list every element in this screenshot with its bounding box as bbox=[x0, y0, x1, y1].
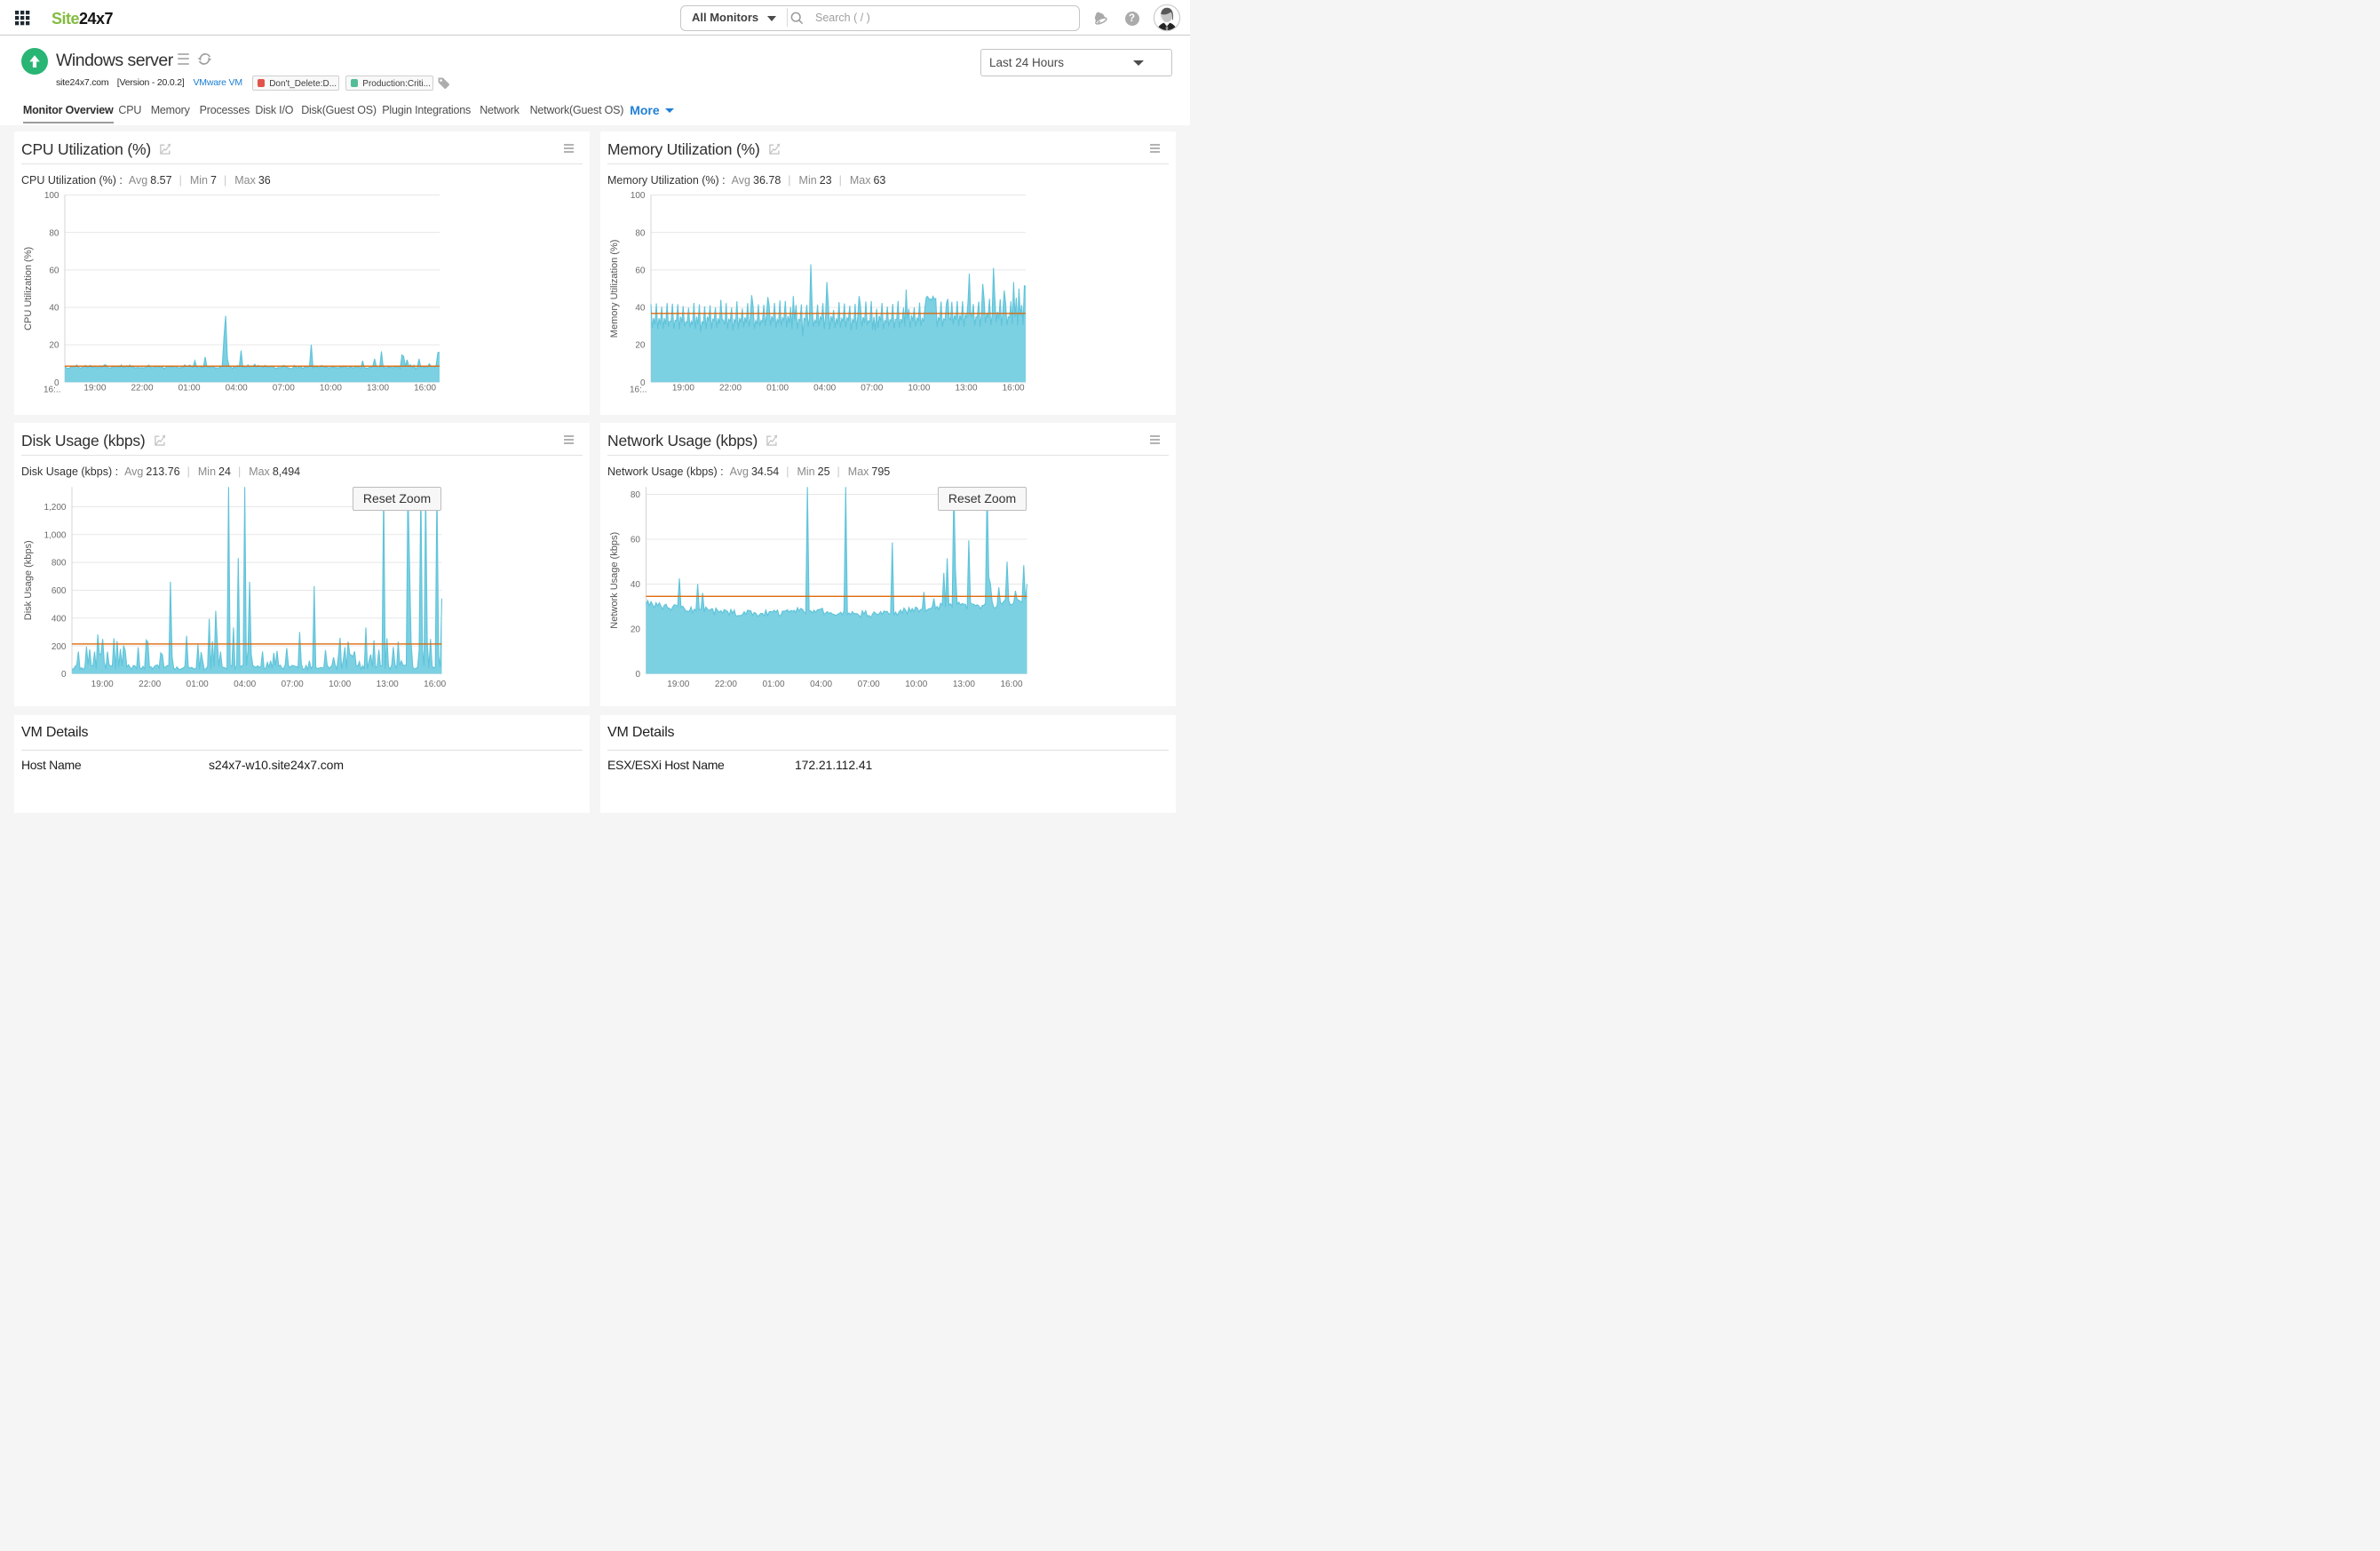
svg-text:01:00: 01:00 bbox=[766, 384, 789, 394]
svg-text:04:00: 04:00 bbox=[226, 384, 248, 394]
svg-text:01:00: 01:00 bbox=[186, 680, 209, 689]
svg-text:40: 40 bbox=[49, 304, 60, 314]
svg-text:22:00: 22:00 bbox=[719, 384, 742, 394]
svg-text:19:00: 19:00 bbox=[667, 680, 689, 689]
svg-text:Memory Utilization (%): Memory Utilization (%) bbox=[609, 240, 620, 338]
svg-text:10:00: 10:00 bbox=[320, 384, 342, 394]
svg-text:16:00: 16:00 bbox=[1003, 384, 1025, 394]
svg-text:01:00: 01:00 bbox=[762, 680, 784, 689]
svg-text:19:00: 19:00 bbox=[91, 680, 114, 689]
svg-text:04:00: 04:00 bbox=[234, 680, 256, 689]
svg-text:80: 80 bbox=[635, 228, 646, 238]
svg-text:13:00: 13:00 bbox=[953, 680, 975, 689]
svg-text:10:00: 10:00 bbox=[905, 680, 927, 689]
svg-text:100: 100 bbox=[44, 191, 60, 201]
svg-text:200: 200 bbox=[52, 642, 67, 652]
svg-text:60: 60 bbox=[631, 536, 641, 545]
svg-text:22:00: 22:00 bbox=[131, 384, 153, 394]
svg-text:10:00: 10:00 bbox=[908, 384, 930, 394]
svg-text:07:00: 07:00 bbox=[273, 384, 295, 394]
svg-text:0: 0 bbox=[635, 670, 640, 680]
svg-text:1,200: 1,200 bbox=[44, 503, 66, 513]
svg-text:04:00: 04:00 bbox=[810, 680, 832, 689]
svg-text:13:00: 13:00 bbox=[955, 384, 977, 394]
svg-text:Network Usage (kbps): Network Usage (kbps) bbox=[609, 532, 620, 629]
svg-text:16:00: 16:00 bbox=[414, 384, 436, 394]
svg-text:16:..: 16:.. bbox=[44, 386, 60, 395]
svg-text:07:00: 07:00 bbox=[282, 680, 304, 689]
svg-text:16:..: 16:.. bbox=[630, 386, 647, 395]
svg-text:60: 60 bbox=[635, 266, 646, 275]
svg-text:16:00: 16:00 bbox=[1000, 680, 1022, 689]
svg-text:40: 40 bbox=[635, 304, 646, 314]
svg-text:19:00: 19:00 bbox=[672, 384, 694, 394]
svg-text:0: 0 bbox=[61, 670, 67, 680]
svg-text:22:00: 22:00 bbox=[139, 680, 161, 689]
svg-text:20: 20 bbox=[49, 341, 60, 351]
svg-text:10:00: 10:00 bbox=[329, 680, 351, 689]
svg-text:40: 40 bbox=[631, 580, 641, 590]
svg-text:20: 20 bbox=[635, 341, 646, 351]
svg-text:60: 60 bbox=[49, 266, 60, 275]
svg-text:01:00: 01:00 bbox=[178, 384, 201, 394]
svg-text:100: 100 bbox=[631, 191, 646, 201]
svg-text:80: 80 bbox=[49, 228, 60, 238]
svg-text:80: 80 bbox=[631, 490, 641, 500]
svg-text:Disk Usage (kbps): Disk Usage (kbps) bbox=[23, 541, 34, 621]
svg-text:800: 800 bbox=[52, 559, 67, 569]
svg-text:04:00: 04:00 bbox=[813, 384, 836, 394]
svg-text:13:00: 13:00 bbox=[377, 680, 399, 689]
svg-text:1,000: 1,000 bbox=[44, 531, 66, 541]
svg-text:600: 600 bbox=[52, 586, 67, 596]
svg-text:07:00: 07:00 bbox=[858, 680, 880, 689]
svg-text:22:00: 22:00 bbox=[715, 680, 737, 689]
svg-text:CPU Utilization (%): CPU Utilization (%) bbox=[23, 247, 34, 330]
svg-text:400: 400 bbox=[52, 615, 67, 624]
svg-text:20: 20 bbox=[631, 625, 641, 635]
svg-text:13:00: 13:00 bbox=[367, 384, 389, 394]
svg-text:07:00: 07:00 bbox=[861, 384, 883, 394]
svg-text:19:00: 19:00 bbox=[83, 384, 106, 394]
svg-text:16:00: 16:00 bbox=[424, 680, 446, 689]
